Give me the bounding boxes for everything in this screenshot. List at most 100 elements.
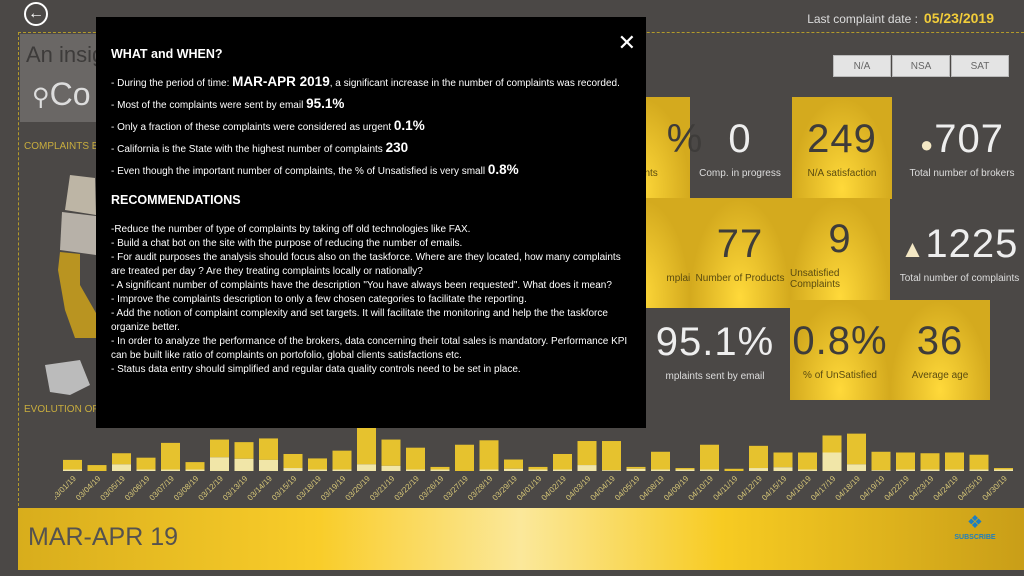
bar[interactable] <box>675 468 695 470</box>
bar[interactable] <box>994 468 1013 470</box>
bar-segment[interactable] <box>847 464 866 471</box>
fact-item: - Even though the important number of co… <box>111 163 631 179</box>
map-state-or[interactable] <box>60 212 96 255</box>
bar-segment[interactable] <box>822 452 842 472</box>
bar[interactable] <box>945 452 964 470</box>
bar[interactable] <box>626 466 646 469</box>
bar-segment[interactable] <box>749 468 768 471</box>
us-map[interactable] <box>40 170 100 400</box>
bar[interactable] <box>798 452 817 470</box>
bar[interactable] <box>773 452 793 468</box>
x-tick-label: 04/25/19 <box>956 474 985 503</box>
bar-segment[interactable] <box>161 469 180 471</box>
x-tick-label: 03/18/19 <box>295 474 324 503</box>
bar-segment[interactable] <box>259 459 278 471</box>
bar-segment[interactable] <box>969 469 989 471</box>
close-icon[interactable]: ✕ <box>618 32 636 54</box>
bar-segment[interactable] <box>700 469 719 471</box>
bar-segment[interactable] <box>896 469 915 471</box>
bar[interactable] <box>381 439 401 466</box>
bar-segment[interactable] <box>357 464 376 471</box>
bar[interactable] <box>847 433 866 465</box>
bar-segment[interactable] <box>185 469 205 471</box>
bar[interactable] <box>651 451 670 470</box>
bar[interactable] <box>822 435 842 453</box>
map-state-wa[interactable] <box>65 175 96 215</box>
bar[interactable] <box>553 453 572 470</box>
bar[interactable] <box>406 447 425 470</box>
subscribe-label[interactable]: SUBSCRIBE <box>948 534 1002 541</box>
bar[interactable] <box>969 454 989 470</box>
bar[interactable] <box>308 458 327 470</box>
x-tick-label: 04/16/19 <box>785 474 814 503</box>
bar[interactable] <box>700 444 719 470</box>
bar[interactable] <box>283 453 303 469</box>
bar-segment[interactable] <box>577 465 597 471</box>
bar[interactable] <box>161 442 180 470</box>
bar[interactable] <box>185 462 205 470</box>
bar[interactable] <box>112 453 131 465</box>
bar[interactable] <box>430 466 450 470</box>
bar-segment[interactable] <box>773 467 793 471</box>
modal-heading-what-when: WHAT and WHEN? <box>111 47 223 61</box>
bar-segment[interactable] <box>479 469 499 471</box>
bar-segment[interactable] <box>871 470 891 471</box>
bar-segment[interactable] <box>528 469 548 471</box>
bar[interactable] <box>136 457 156 470</box>
map-state-ca[interactable] <box>58 252 100 338</box>
slicer-nsa[interactable]: NSA <box>892 55 950 77</box>
bar[interactable] <box>920 453 940 470</box>
bar-segment[interactable] <box>210 457 229 471</box>
bar-segment[interactable] <box>602 470 621 471</box>
bar-segment[interactable] <box>553 469 572 471</box>
bar-segment[interactable] <box>381 465 401 471</box>
fact-text: - Only a fraction of these complaints we… <box>111 122 394 133</box>
bar[interactable] <box>63 459 82 470</box>
bar-segment[interactable] <box>112 464 131 471</box>
x-tick-label: 04/03/19 <box>564 474 593 503</box>
bar-segment[interactable] <box>406 469 425 471</box>
bar[interactable] <box>724 468 744 471</box>
bar-segment[interactable] <box>63 469 82 471</box>
bar-segment[interactable] <box>994 469 1013 471</box>
map-state-ak[interactable] <box>45 360 90 395</box>
bar[interactable] <box>749 445 768 469</box>
bar-segment[interactable] <box>798 469 817 471</box>
bar-segment[interactable] <box>626 468 646 471</box>
bar-segment[interactable] <box>504 468 523 471</box>
bar[interactable] <box>210 439 229 458</box>
bar[interactable] <box>871 451 891 471</box>
bar-segment[interactable] <box>283 468 303 471</box>
x-tick-label: 04/24/19 <box>932 474 961 503</box>
bar-segment[interactable] <box>920 469 940 471</box>
modal-heading-recommendations: RECOMMENDATIONS <box>111 193 241 207</box>
bar[interactable] <box>259 438 278 460</box>
bar-segment[interactable] <box>945 469 964 471</box>
bar[interactable] <box>455 444 474 471</box>
x-tick-label: 04/04/19 <box>589 474 618 503</box>
bar-segment[interactable] <box>430 469 450 471</box>
recommendation-item: - For audit purposes the analysis should… <box>111 252 621 277</box>
bar-segment[interactable] <box>651 469 670 471</box>
slicer-na[interactable]: N/A <box>833 55 891 77</box>
bar[interactable] <box>528 466 548 470</box>
bar-segment[interactable] <box>136 469 156 471</box>
subscribe-logo[interactable]: ❖ SUBSCRIBE <box>948 512 1002 541</box>
bar-segment[interactable] <box>234 458 254 471</box>
bar[interactable] <box>577 441 597 466</box>
bar[interactable] <box>602 441 621 471</box>
bar-segment[interactable] <box>675 469 695 471</box>
bar[interactable] <box>332 450 352 470</box>
bar[interactable] <box>479 440 499 470</box>
bar[interactable] <box>504 459 523 469</box>
bar-segment[interactable] <box>332 469 352 471</box>
bar[interactable] <box>87 465 107 471</box>
kpi-value: 77 <box>716 222 764 266</box>
back-button[interactable]: ← <box>24 2 48 26</box>
bar[interactable] <box>896 452 915 470</box>
bar[interactable] <box>234 442 254 459</box>
recommendations-list: -Reduce the number of type of complaints… <box>111 223 631 377</box>
slicer-sat[interactable]: SAT <box>951 55 1009 77</box>
x-tick-label: 04/19/19 <box>858 474 887 503</box>
bar-segment[interactable] <box>308 469 327 471</box>
